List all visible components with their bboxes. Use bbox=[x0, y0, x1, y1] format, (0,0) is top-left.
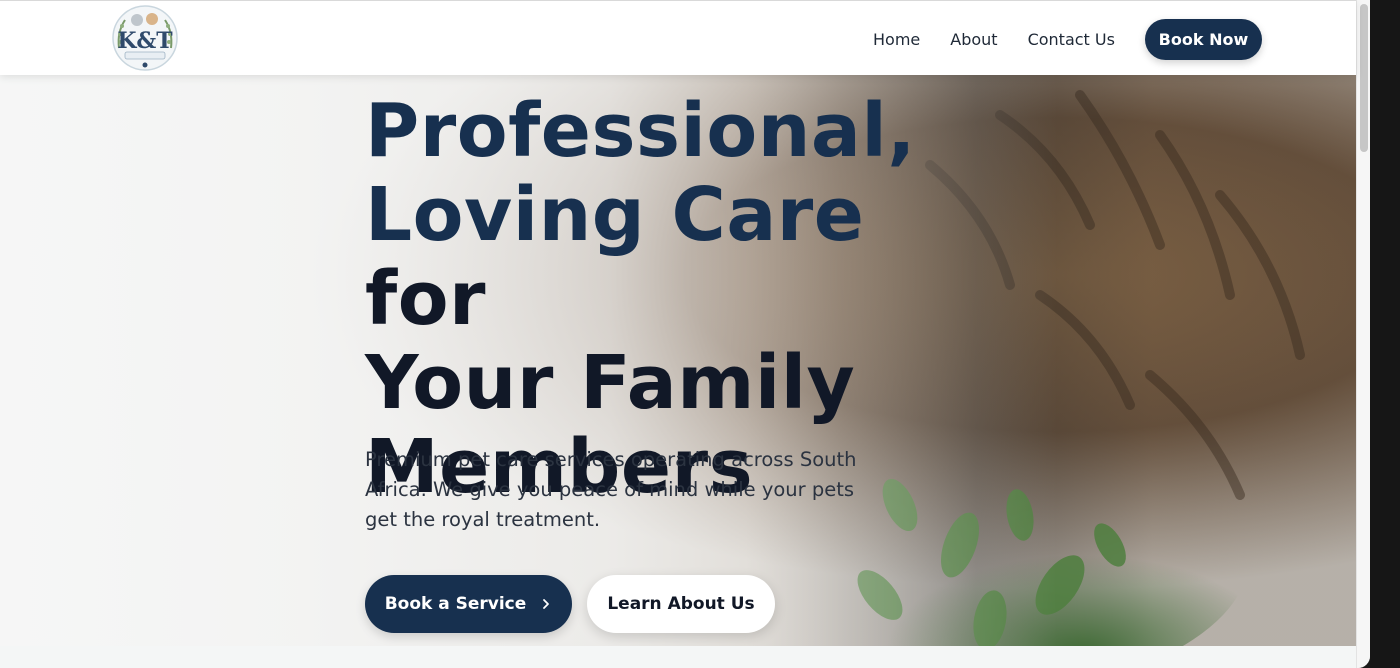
nav-link-contact[interactable]: Contact Us bbox=[1028, 20, 1115, 60]
vertical-scrollbar[interactable] bbox=[1356, 0, 1370, 668]
next-section-edge bbox=[0, 646, 1356, 668]
hero-subtitle: Premium pet care services operating acro… bbox=[365, 448, 857, 531]
nav-link-home[interactable]: Home bbox=[873, 20, 920, 60]
window-edge bbox=[1370, 0, 1400, 668]
hero-section: Professional, Loving Care for Your Famil… bbox=[0, 75, 1356, 646]
browser-viewport: K&T Home About Contact Us Book Now Profe… bbox=[0, 0, 1370, 668]
hero-title-line3: Your Family bbox=[365, 340, 856, 426]
svg-text:K&T: K&T bbox=[117, 28, 173, 54]
hero-title-accent: Loving Care bbox=[365, 172, 865, 258]
main-nav: Home About Contact Us Book Now bbox=[873, 19, 1262, 60]
book-now-button[interactable]: Book Now bbox=[1144, 19, 1262, 60]
brand-logo[interactable]: K&T bbox=[111, 4, 179, 72]
hero-title-line2-rest: for bbox=[365, 256, 487, 342]
book-a-service-button[interactable]: Book a Service bbox=[365, 575, 572, 633]
nav-link-about[interactable]: About bbox=[950, 20, 997, 60]
site-header: K&T Home About Contact Us Book Now bbox=[0, 0, 1356, 75]
scrollbar-thumb[interactable] bbox=[1360, 4, 1368, 152]
chevron-right-icon bbox=[543, 599, 550, 609]
book-a-service-label: Book a Service bbox=[384, 594, 527, 614]
hero-title-line1: Professional, bbox=[365, 88, 916, 174]
learn-about-us-button[interactable]: Learn About Us bbox=[587, 575, 775, 633]
